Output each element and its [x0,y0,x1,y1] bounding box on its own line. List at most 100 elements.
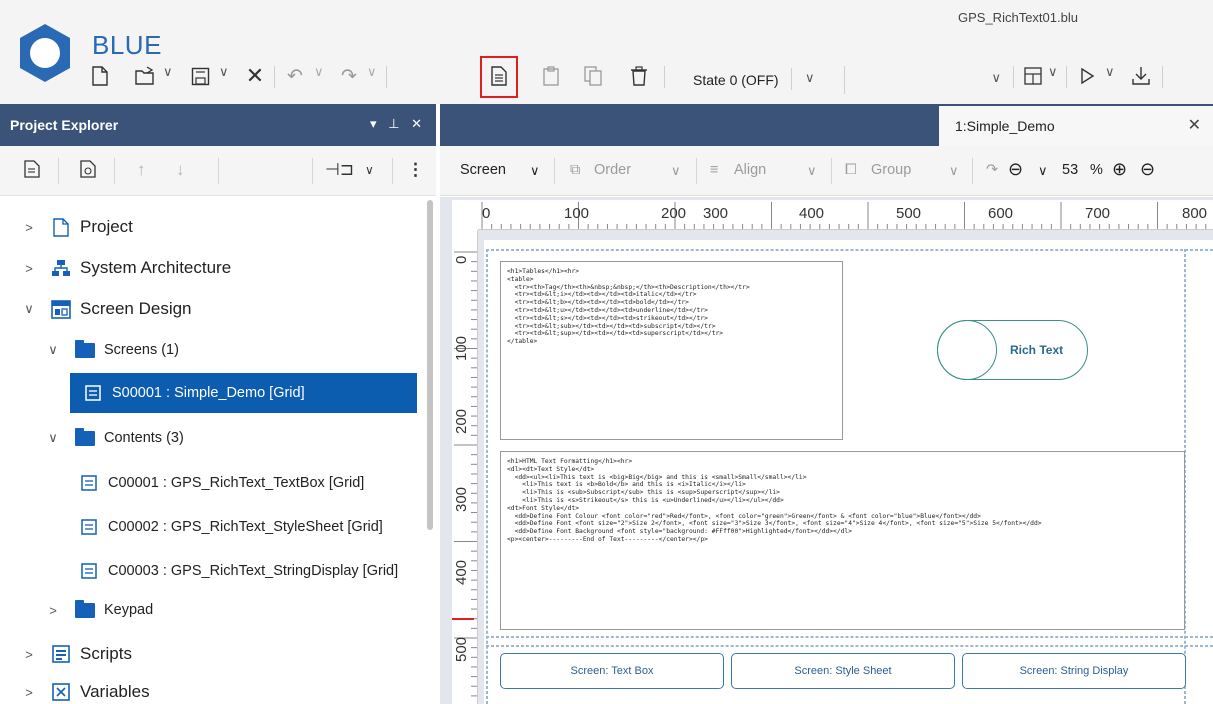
screen-menu[interactable]: Screen [460,162,506,178]
cursor-marker [452,618,474,620]
chevron-right-icon[interactable]: > [20,261,38,276]
align-menu[interactable]: Align [734,162,766,178]
app-name: BLUE [92,30,162,60]
ruler-tick-label: 0 [453,255,470,264]
chevron-down-icon[interactable]: ∨ [1105,64,1115,80]
toggle-knob [937,320,997,380]
chevron-down-icon[interactable]: ∨ [44,430,62,446]
state-select[interactable]: State 0 (OFF) ∨ [679,66,845,94]
screen-style-sheet-button[interactable]: Screen: Style Sheet [731,653,955,689]
new-file-icon[interactable] [87,63,113,89]
pin-icon[interactable]: ⊣⊐ [325,160,354,180]
rich-text-button[interactable]: Rich Text [937,320,1088,380]
guide-line [486,636,1213,638]
chevron-right-icon[interactable]: > [20,647,38,662]
chevron-down-icon[interactable]: ∨ [314,64,324,80]
order-icon: ⧉ [570,162,581,178]
tree-item-screen-design[interactable]: ∨ Screen Design [0,289,426,329]
group-icon: ⧠ [845,162,857,178]
run-icon[interactable] [1074,63,1100,89]
tree-scrollbar[interactable] [427,200,433,530]
tree-label: Screen Design [80,299,192,318]
chevron-down-icon[interactable]: ∨ [671,163,681,179]
ruler-horizontal: 0 100 200 300 400 500 600 700 800 900 10 [478,200,1213,230]
close-icon[interactable]: ✕ [1188,115,1201,135]
open-icon[interactable] [132,63,158,89]
download-icon[interactable] [1128,63,1154,89]
tree-item-keypad[interactable]: > Keypad [0,590,426,630]
zoom-value[interactable]: 53 [1062,162,1078,178]
tree-item-screens[interactable]: ∨ Screens (1) [0,330,426,370]
screen-doc-icon [78,561,100,581]
paste-icon[interactable] [538,63,564,89]
close-icon[interactable]: ✕ [242,63,268,89]
tree-item-project[interactable]: > Project [0,207,426,247]
screen-string-display-button[interactable]: Screen: String Display [962,653,1186,689]
tree-item-scripts[interactable]: > Scripts [0,634,426,674]
guide-line [486,249,488,704]
layout-icon[interactable] [1020,63,1046,89]
delete-icon[interactable] [626,63,652,89]
ruler-tick-label: 400 [799,205,825,222]
save-icon[interactable] [187,63,213,89]
chevron-down-icon[interactable]: ∨ [949,163,959,179]
tree-item-screen-s00001[interactable]: S00001 : Simple_Demo [Grid] [70,373,417,413]
tree-label: System Architecture [80,258,232,277]
undo-icon[interactable]: ↶ [282,63,308,89]
richtext-html-box[interactable]: <h1>HTML Text Formatting</h1><hr> <dl><d… [500,451,1185,630]
move-up-icon[interactable]: ↑ [137,160,146,180]
tree-item-system-architecture[interactable]: > System Architecture [0,248,426,288]
move-down-icon[interactable]: ↓ [176,160,185,180]
panel-controls[interactable]: ▾ ⊥ ✕ [370,116,426,132]
more-options-icon[interactable]: ⋮ [407,160,424,180]
group-menu[interactable]: Group [871,162,911,178]
chevron-right-icon[interactable]: > [44,603,62,618]
ruler-tick-label: 500 [896,205,922,222]
ruler-tick-label: 600 [988,205,1014,222]
tree-item-content-c00001[interactable]: C00001 : GPS_RichText_TextBox [Grid] [0,463,426,503]
chevron-down-icon[interactable]: ∨ [807,163,817,179]
richtext-table-box[interactable]: <h1>Tables</h1><hr> <table> <tr><th>Tag<… [500,261,843,440]
chevron-right-icon[interactable]: > [20,685,38,700]
blue-logo-icon [20,24,70,82]
tree-item-content-c00002[interactable]: C00002 : GPS_RichText_StyleSheet [Grid] [0,507,426,547]
tree-item-content-c00003[interactable]: C00003 : GPS_RichText_StringDisplay [Gri… [0,551,426,591]
tree-item-variables[interactable]: > Variables [0,672,426,704]
duplicate-icon[interactable] [580,63,606,89]
zoom-in-icon[interactable]: ⊕ [1112,159,1127,180]
ruler-tick-label: 0 [482,205,491,222]
order-menu[interactable]: Order [594,162,631,178]
redo-icon[interactable]: ↷ [336,63,362,89]
chevron-down-icon[interactable]: ∨ [365,163,374,177]
tree-item-contents[interactable]: ∨ Contents (3) [0,418,426,458]
chevron-down-icon[interactable]: ∨ [530,163,540,179]
file-name: GPS_RichText01.blu [958,10,1078,25]
project-explorer-title: Project Explorer [10,117,119,133]
screen-doc-icon [78,473,100,493]
chevron-down-icon[interactable]: ∨ [44,342,62,358]
tree-label: Scripts [80,644,132,663]
chevron-down-icon[interactable]: ∨ [1048,64,1058,80]
pan-icon[interactable]: ↷ [986,162,998,178]
add-item-icon[interactable] [24,160,40,183]
tab-title: 1:Simple_Demo [955,118,1055,134]
ruler-tick-label: 100 [453,335,470,361]
document-icon [50,217,72,237]
chevron-down-icon[interactable]: ∨ [367,64,377,80]
chevron-down-icon[interactable]: ∨ [163,64,173,80]
tab-simple-demo[interactable]: 1:Simple_Demo ✕ [939,106,1213,146]
add-folder-icon[interactable] [80,160,96,183]
folder-icon [74,339,96,360]
component-select[interactable]: ∨ [849,66,1009,94]
chevron-down-icon[interactable]: ∨ [1038,163,1048,179]
screen-text-box-button[interactable]: Screen: Text Box [500,653,724,689]
screen-design-icon [50,299,72,319]
chevron-down-icon[interactable]: ∨ [219,64,229,80]
editor-toolbar: Screen ∨ ⧉ Order ∨ ≡ Align ∨ ⧠ Group ∨ ↷… [440,146,1213,196]
zoom-fit-icon[interactable]: ⊖ [1140,159,1155,180]
tree-label: C00003 : GPS_RichText_StringDisplay [Gri… [108,563,399,579]
chevron-down-icon[interactable]: ∨ [20,301,38,317]
zoom-out-icon[interactable]: ⊖ [1008,159,1023,180]
script-icon [50,644,72,664]
chevron-right-icon[interactable]: > [20,220,38,235]
